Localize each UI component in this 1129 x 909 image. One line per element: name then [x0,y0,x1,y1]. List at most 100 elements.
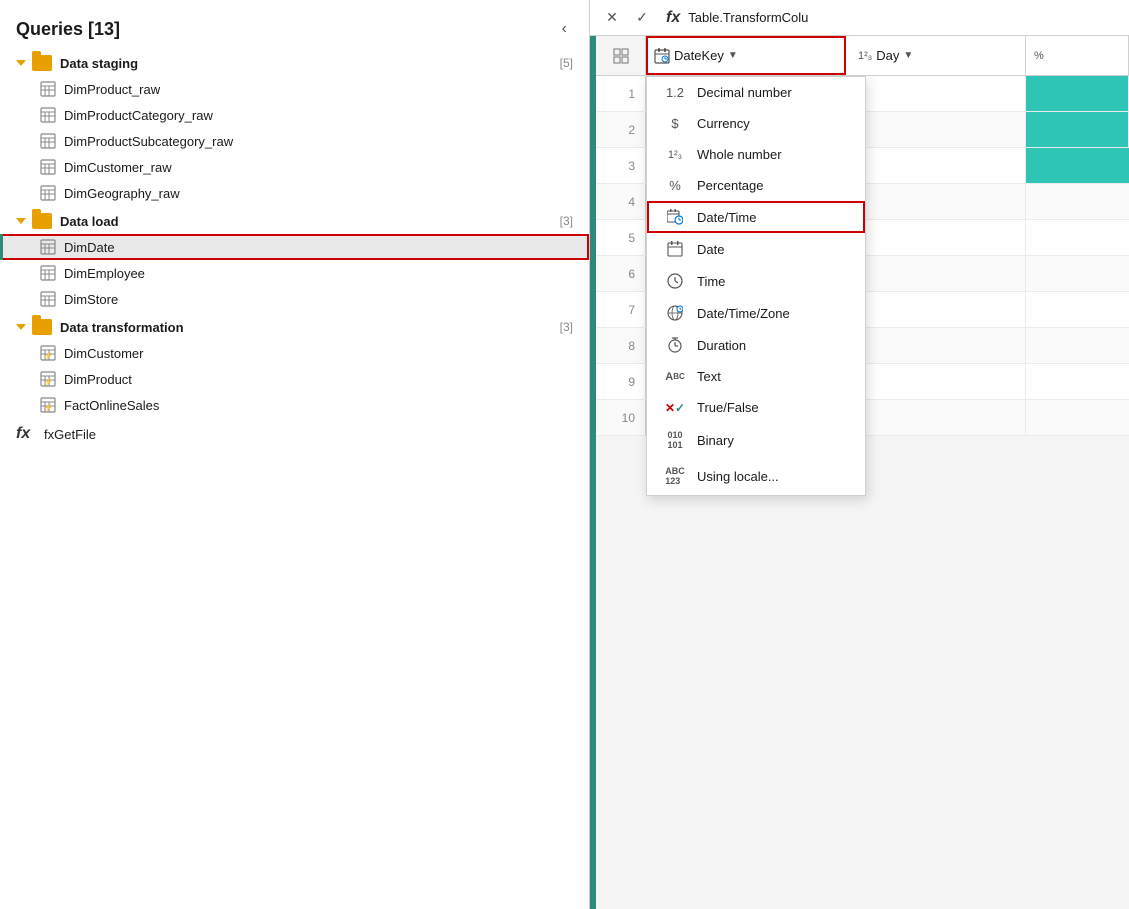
dropdown-item-truefalse[interactable]: ✕ ✓ True/False [647,392,865,423]
dropdown-label-percentage: Percentage [697,178,764,193]
group-count-data-staging: [5] [560,56,573,70]
date-icon [663,241,687,257]
col-header-name-datekey: DateKey [674,48,724,63]
svg-text:⚡: ⚡ [44,403,53,412]
group-expand-icon [16,324,26,330]
lightning-table-icon: ⚡ [40,397,56,413]
cell-day [846,256,1026,291]
dropdown-item-currency[interactable]: $ Currency [647,108,865,139]
percentage-icon: % [663,178,687,193]
row-number: 2 [596,112,646,147]
column-header-row: DateKey ▼ 1²₃ Day ▼ % [596,36,1129,76]
teal-bar-cell [1026,148,1129,183]
formula-confirm-button[interactable]: ✓ [628,5,656,31]
row-number: 6 [596,256,646,291]
dropdown-item-datetime[interactable]: Date/Time [647,201,865,233]
col-header-extra: % [1026,36,1129,75]
formula-fx-label: fx [666,9,680,27]
dropdown-item-binary[interactable]: 010101 Binary [647,423,865,459]
empty-cell [1026,220,1129,255]
group-count-data-load: [3] [560,214,573,228]
dropdown-label-date: Date [697,242,724,257]
row-number: 5 [596,220,646,255]
empty-cell [1026,400,1129,435]
fx-icon: fx [16,425,36,443]
query-name-dimgeography-raw: DimGeography_raw [64,186,180,201]
col-header-datekey[interactable]: DateKey ▼ [646,36,846,75]
folder-icon [32,319,52,335]
empty-cell [1026,256,1129,291]
query-item-dimproductcategory-raw[interactable]: DimProductCategory_raw [0,102,589,128]
datetimezone-icon [663,305,687,321]
query-item-factonlinesales[interactable]: ⚡ FactOnlineSales [0,392,589,418]
group-header-data-load[interactable]: Data load [3] [0,208,589,234]
query-name-dimproduct-raw: DimProduct_raw [64,82,160,97]
group-data-staging: Data staging [5] DimProduct_raw DimProdu… [0,50,589,206]
table-icon [40,133,56,149]
binary-icon: 010101 [663,431,687,451]
empty-cell [1026,328,1129,363]
query-name-dimproductcategory-raw: DimProductCategory_raw [64,108,213,123]
query-item-dimcustomer[interactable]: ⚡ DimCustomer [0,340,589,366]
col-header-day[interactable]: 1²₃ Day ▼ [846,36,1026,75]
dropdown-item-decimal[interactable]: 1.2 Decimal number [647,77,865,108]
dropdown-label-time: Time [697,274,725,289]
query-item-fxgetfile[interactable]: fx fxGetFile [0,420,589,448]
dropdown-arrow-day[interactable]: ▼ [903,50,913,61]
query-name-dimstore: DimStore [64,292,118,307]
query-item-dimproduct[interactable]: ⚡ DimProduct [0,366,589,392]
formula-close-button[interactable]: ✕ [598,5,626,31]
whole-number-icon: 1²₃ [663,149,687,161]
query-name-dimcustomer-raw: DimCustomer_raw [64,160,172,175]
duration-icon [663,337,687,353]
time-icon [663,273,687,289]
row-number: 1 [596,76,646,111]
teal-bar-cell [1026,76,1129,111]
query-item-dimstore[interactable]: DimStore [0,286,589,312]
query-item-dimemployee[interactable]: DimEmployee [0,260,589,286]
collapse-button[interactable]: ‹ [556,18,573,40]
dropdown-item-duration[interactable]: Duration [647,329,865,361]
dropdown-item-whole[interactable]: 1²₃ Whole number [647,139,865,170]
dropdown-item-percentage[interactable]: % Percentage [647,170,865,201]
query-name-dimdate: DimDate [64,240,115,255]
dropdown-label-locale: Using locale... [697,469,779,484]
query-item-dimproduct-raw[interactable]: DimProduct_raw [0,76,589,102]
query-item-dimcustomer-raw[interactable]: DimCustomer_raw [0,154,589,180]
cell-day [846,292,1026,327]
query-item-dimproductsubcategory-raw[interactable]: DimProductSubcategory_raw [0,128,589,154]
dropdown-label-truefalse: True/False [697,400,759,415]
cell-day [846,76,1026,111]
cell-day [846,328,1026,363]
content-area: 1.2 Decimal number $ Currency 1²₃ Whole … [596,76,1129,909]
row-number-header [596,36,646,75]
row-number: 10 [596,400,646,435]
query-item-dimgeography-raw[interactable]: DimGeography_raw [0,180,589,206]
dropdown-item-text[interactable]: ABC Text [647,361,865,392]
folder-icon [32,55,52,71]
datetime-icon [663,209,687,225]
dropdown-item-locale[interactable]: ABC123 Using locale... [647,459,865,495]
dropdown-label-decimal: Decimal number [697,85,792,100]
decimal-icon: 1.2 [663,85,687,100]
group-header-data-staging[interactable]: Data staging [5] [0,50,589,76]
group-expand-icon [16,60,26,66]
dropdown-item-date[interactable]: Date [647,233,865,265]
cell-day [846,148,1026,183]
row-number: 7 [596,292,646,327]
query-name-dimemployee: DimEmployee [64,266,145,281]
group-header-data-transformation[interactable]: Data transformation [3] [0,314,589,340]
cell-day [846,220,1026,255]
row-number: 8 [596,328,646,363]
col-header-name-day: Day [876,48,899,63]
dropdown-item-datetimezone[interactable]: Date/Time/Zone [647,297,865,329]
query-item-dimdate[interactable]: DimDate [0,234,589,260]
dropdown-item-time[interactable]: Time [647,265,865,297]
row-number: 3 [596,148,646,183]
table-icon [40,265,56,281]
group-data-load: Data load [3] DimDate DimEmployee DimSto… [0,208,589,312]
group-name-data-load: Data load [60,214,560,229]
dropdown-arrow-datekey[interactable]: ▼ [728,50,738,61]
svg-text:⚡: ⚡ [44,351,53,360]
formula-bar: ✕ ✓ fx Table.TransformColu [590,0,1129,36]
